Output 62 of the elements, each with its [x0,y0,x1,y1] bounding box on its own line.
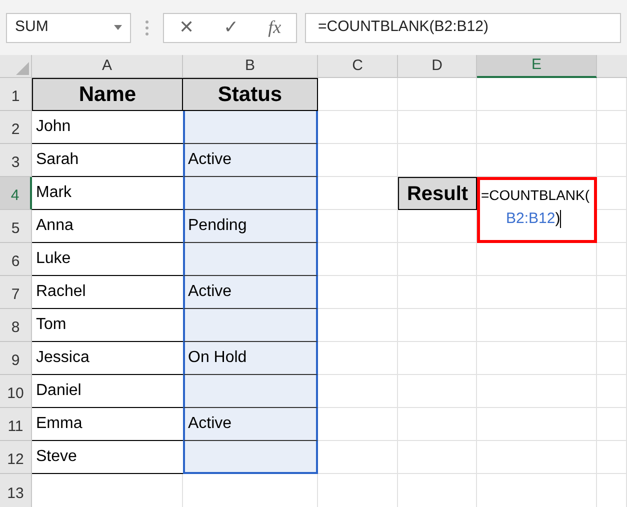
row-header[interactable]: 5 [0,210,32,243]
empty-cell[interactable] [597,342,627,375]
empty-cell[interactable] [597,408,627,441]
result-label: Result [398,177,477,210]
empty-cell[interactable] [597,375,627,408]
empty-cell[interactable] [398,111,477,144]
empty-cell[interactable] [398,441,477,474]
empty-cell[interactable] [597,111,627,144]
row-header[interactable]: 13 [0,474,32,507]
editing-cell[interactable]: =COUNTBLANK( B2:B12) [477,177,597,243]
row-header[interactable]: 1 [0,78,32,111]
empty-cell[interactable] [597,309,627,342]
empty-cell[interactable] [477,441,597,474]
header-cell: Status [183,78,318,111]
column-header[interactable]: E [477,55,597,78]
grip-icon [145,20,149,36]
column-header[interactable]: A [32,55,183,78]
empty-cell[interactable] [398,78,477,111]
empty-cell[interactable] [398,375,477,408]
table-cell: Active [183,408,318,441]
empty-cell[interactable] [398,342,477,375]
row-header[interactable]: 9 [0,342,32,375]
empty-cell[interactable] [477,375,597,408]
name-box[interactable]: SUM [6,12,131,42]
table-cell: Active [183,144,318,177]
empty-cell[interactable] [477,408,597,441]
header-cell: Name [32,78,183,111]
table-cell: Active [183,276,318,309]
empty-cell[interactable] [597,276,627,309]
row-header[interactable]: 2 [0,111,32,144]
empty-cell[interactable] [597,441,627,474]
row-header[interactable]: 12 [0,441,32,474]
enter-button[interactable]: ✓ [223,14,238,41]
row-header[interactable]: 10 [0,375,32,408]
empty-cell[interactable] [597,144,627,177]
dropdown-arrow-icon [114,25,122,30]
empty-cell[interactable] [398,243,477,276]
select-all-icon[interactable] [16,62,29,75]
empty-cell[interactable] [398,408,477,441]
row-header[interactable]: 7 [0,276,32,309]
column-header[interactable]: B [183,55,318,78]
row-header[interactable]: 8 [0,309,32,342]
row-header[interactable]: 4 [0,177,32,210]
empty-cell[interactable] [477,342,597,375]
formula-field[interactable]: =COUNTBLANK(B2:B12) [305,12,621,42]
empty-cell[interactable] [398,276,477,309]
row-header[interactable]: 3 [0,144,32,177]
empty-cell[interactable] [477,111,597,144]
empty-cell[interactable] [477,309,597,342]
table-cell: On Hold [183,342,318,375]
column-header[interactable]: D [398,55,477,78]
row-header[interactable]: 11 [0,408,32,441]
empty-cell[interactable] [477,78,597,111]
empty-cell[interactable] [398,309,477,342]
empty-cell[interactable] [597,243,627,276]
empty-cell[interactable] [477,276,597,309]
column-header[interactable] [597,55,627,78]
row-header[interactable]: 6 [0,243,32,276]
column-header[interactable]: C [318,55,398,78]
table-cell: Pending [183,210,318,243]
cancel-button[interactable]: ✕ [178,14,194,41]
insert-function-button[interactable]: fx [268,14,282,41]
